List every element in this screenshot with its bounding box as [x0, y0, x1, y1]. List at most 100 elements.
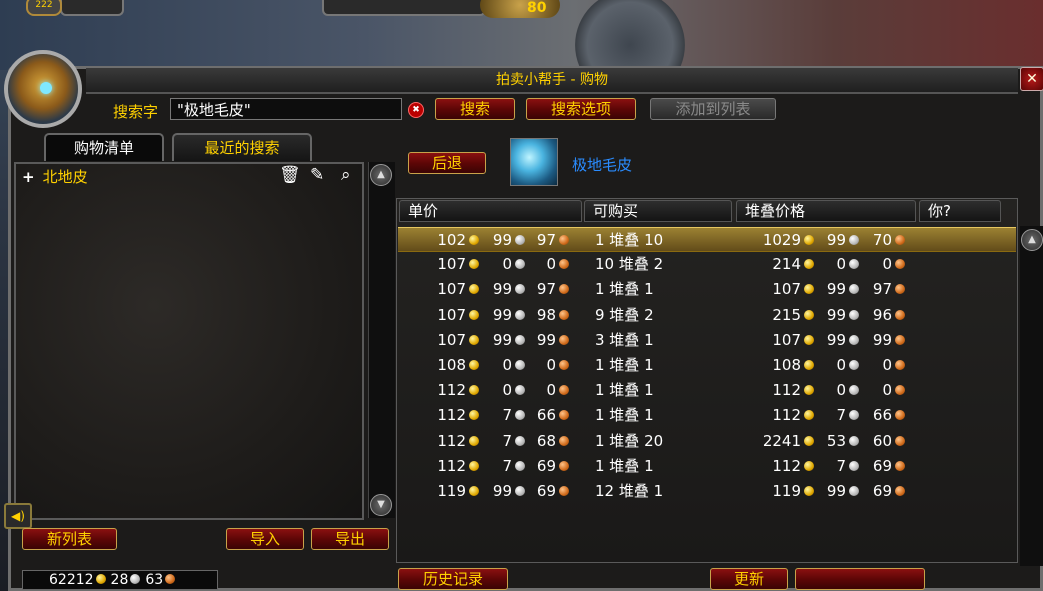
copper-coin-icon	[895, 385, 905, 396]
unit-price-copper: 98	[536, 305, 556, 324]
stack-price-gold: 214	[772, 255, 801, 274]
unit-price-gold: 112	[437, 456, 466, 475]
unit-price-gold: 108	[437, 356, 466, 374]
column-header-unit-price[interactable]: 单价	[399, 200, 582, 222]
available-stacks: 1 堆叠 1	[595, 356, 654, 374]
available-stacks: 12 堆叠 1	[595, 482, 664, 500]
search-button[interactable]: 搜索	[435, 98, 515, 120]
stack-price-gold: 2241	[762, 431, 801, 450]
stack-price-gold: 1029	[762, 231, 801, 249]
export-button[interactable]: 导出	[311, 528, 389, 550]
unit-price-silver: 0	[502, 356, 512, 374]
close-button[interactable]: ✕	[1020, 67, 1043, 91]
table-row[interactable]: 108 0 0 108 0 0 1 堆叠 1	[398, 353, 1016, 378]
left-scrollbar[interactable]	[368, 162, 395, 518]
copper-coin-icon	[559, 435, 569, 446]
scroll-down-button[interactable]: ▼	[370, 494, 392, 516]
stack-price-silver: 0	[836, 356, 846, 374]
scroll-up-button[interactable]: ▲	[370, 164, 392, 186]
unit-price-copper: 66	[536, 406, 556, 425]
list-item[interactable]: + 北地皮	[22, 166, 88, 187]
stack-price-copper: 96	[872, 305, 892, 324]
unit-price-silver: 99	[492, 330, 512, 349]
silver-coin-icon	[130, 574, 141, 584]
refresh-button[interactable]: 更新	[710, 568, 788, 590]
unit-price-gold: 107	[437, 280, 466, 299]
stack-price-gold: 112	[772, 406, 801, 425]
column-header-yours[interactable]: 你?	[919, 200, 1001, 222]
money-copper: 63	[145, 572, 164, 588]
stack-price-gold: 107	[772, 330, 801, 349]
stack-price-copper: 69	[872, 456, 892, 475]
history-button[interactable]: 历史记录	[398, 568, 508, 590]
gold-coin-icon	[95, 574, 106, 584]
player-level-badge: 222	[26, 0, 62, 16]
copper-coin-icon	[559, 259, 569, 270]
tab-shopping-list[interactable]: 购物清单	[44, 133, 164, 161]
column-header-stack-price[interactable]: 堆叠价格	[736, 200, 916, 222]
stack-price-copper: 70	[872, 231, 892, 249]
table-row[interactable]: 112 7 68 2241 53 60 1 堆叠 20	[398, 429, 1016, 454]
search-label: 搜索字	[113, 103, 159, 121]
unit-price-silver: 99	[492, 231, 512, 249]
magnifier-icon[interactable]: ⌕	[341, 165, 351, 185]
addon-portrait	[4, 50, 82, 128]
table-row[interactable]: 119 99 69 119 99 69 12 堆叠 1	[398, 479, 1016, 504]
stack-price-gold: 215	[772, 305, 801, 324]
copper-coin-icon	[895, 360, 905, 370]
column-header-available[interactable]: 可购买	[584, 200, 732, 222]
item-name[interactable]: 极地毛皮	[572, 154, 632, 175]
stack-price-silver: 99	[826, 330, 846, 349]
table-row[interactable]: 112 7 66 112 7 66 1 堆叠 1	[398, 403, 1016, 428]
stack-price-gold: 112	[772, 381, 801, 400]
right-scroll-up-button[interactable]: ▲	[1021, 229, 1043, 251]
import-button[interactable]: 导入	[226, 528, 304, 550]
copper-coin-icon	[559, 410, 569, 421]
table-row[interactable]: 107 99 97 107 99 97 1 堆叠 1	[398, 277, 1016, 302]
stack-price-copper: 0	[882, 356, 892, 374]
list-item-label: 北地皮	[42, 168, 88, 186]
stack-price-silver: 0	[836, 381, 846, 400]
speaker-icon[interactable]: ◀)	[4, 503, 32, 529]
available-stacks: 1 堆叠 20	[595, 431, 664, 450]
unit-price-silver: 0	[502, 381, 512, 400]
window-title: 拍卖小帮手 - 购物	[496, 72, 608, 88]
buy-button[interactable]	[795, 568, 925, 590]
add-to-list-button[interactable]: 添加到列表	[650, 98, 776, 120]
trash-icon[interactable]: 🗑	[279, 165, 301, 185]
table-row[interactable]: 107 99 98 215 99 96 9 堆叠 2	[398, 303, 1016, 328]
clear-search-icon[interactable]: ✖	[408, 102, 424, 118]
copper-coin-icon	[559, 235, 569, 245]
stack-price-copper: 66	[872, 406, 892, 425]
unit-price-silver: 7	[502, 456, 512, 475]
tab-recent-searches[interactable]: 最近的搜索	[172, 133, 312, 161]
available-stacks: 3 堆叠 1	[595, 330, 654, 349]
item-icon[interactable]	[510, 138, 558, 186]
unit-price-silver: 99	[492, 305, 512, 324]
title-bar[interactable]: 拍卖小帮手 - 购物	[86, 68, 1018, 94]
table-row[interactable]: 102 99 97 1029 99 70 1 堆叠 10	[398, 227, 1016, 252]
search-options-button[interactable]: 搜索选项	[526, 98, 636, 120]
table-row[interactable]: 112 7 69 112 7 69 1 堆叠 1	[398, 454, 1016, 479]
stack-price-copper: 0	[882, 381, 892, 400]
table-row[interactable]: 112 0 0 112 0 0 1 堆叠 1	[398, 378, 1016, 403]
stack-price-copper: 97	[872, 280, 892, 299]
unit-price-copper: 68	[536, 431, 556, 450]
expand-icon[interactable]: +	[22, 168, 35, 186]
copper-coin-icon	[559, 284, 569, 295]
table-row[interactable]: 107 99 99 107 99 99 3 堆叠 1	[398, 328, 1016, 353]
pencil-icon[interactable]: ✎	[310, 165, 324, 185]
available-stacks: 1 堆叠 1	[595, 456, 654, 475]
new-list-button[interactable]: 新列表	[22, 528, 117, 550]
stack-price-gold: 108	[772, 356, 801, 374]
unit-price-gold: 112	[437, 406, 466, 425]
right-scrollbar[interactable]	[1020, 226, 1043, 566]
stack-price-silver: 7	[836, 456, 846, 475]
back-button[interactable]: 后退	[408, 152, 486, 174]
copper-coin-icon	[559, 334, 569, 345]
search-input[interactable]: "极地毛皮"	[170, 98, 402, 120]
copper-coin-icon	[895, 410, 905, 421]
table-row[interactable]: 107 0 0 214 0 0 10 堆叠 2	[398, 252, 1016, 277]
portrait-eye	[40, 82, 52, 94]
shopping-list-panel	[14, 162, 364, 520]
